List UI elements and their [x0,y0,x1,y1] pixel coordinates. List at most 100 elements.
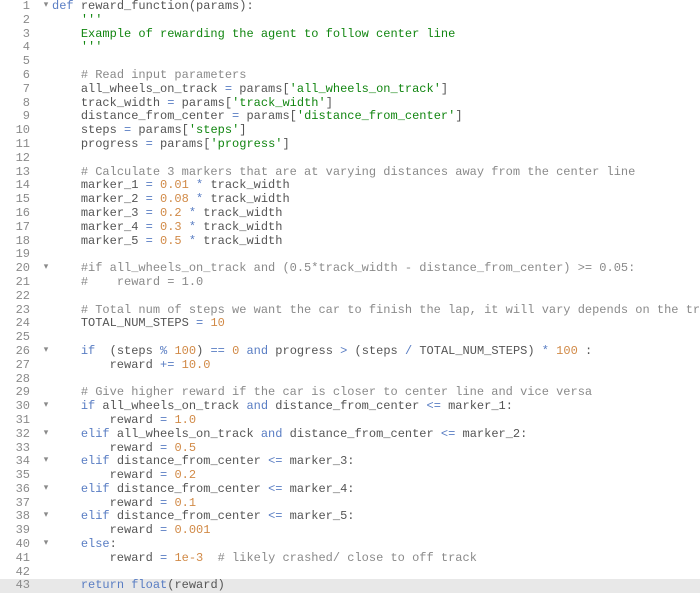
code-line[interactable]: 15 marker_2 = 0.08 * track_width [0,193,700,207]
code-content[interactable]: marker_2 = 0.08 * track_width [52,193,700,207]
token-comment: # reward = 1.0 [81,275,203,289]
code-line[interactable]: 4 ''' [0,41,700,55]
code-content[interactable]: elif all_wheels_on_track and distance_fr… [52,428,700,442]
code-content[interactable]: TOTAL_NUM_STEPS = 10 [52,317,700,331]
code-line[interactable]: 17 marker_4 = 0.3 * track_width [0,221,700,235]
code-content[interactable]: if (steps % 100) == 0 and progress > (st… [52,345,700,359]
code-content[interactable]: if all_wheels_on_track and distance_from… [52,400,700,414]
code-line[interactable]: 5 [0,55,700,69]
code-content[interactable]: ''' [52,41,700,55]
code-content[interactable]: reward = 0.001 [52,524,700,538]
code-content[interactable]: all_wheels_on_track = params['all_wheels… [52,83,700,97]
code-line[interactable]: 12 [0,152,700,166]
code-content[interactable]: reward = 0.1 [52,497,700,511]
code-content[interactable]: marker_5 = 0.5 * track_width [52,235,700,249]
code-line[interactable]: 31 reward = 1.0 [0,414,700,428]
code-line[interactable]: 11 progress = params['progress'] [0,138,700,152]
code-content[interactable]: reward = 0.5 [52,442,700,456]
line-number: 39 [0,524,40,538]
code-line[interactable]: 16 marker_3 = 0.2 * track_width [0,207,700,221]
code-line[interactable]: 8 track_width = params['track_width'] [0,97,700,111]
code-content[interactable]: return float(reward) [52,579,700,593]
fold-icon[interactable]: ▾ [40,0,52,10]
fold-icon[interactable]: ▾ [40,400,52,410]
code-content[interactable]: # Read input parameters [52,69,700,83]
code-line[interactable]: 42 [0,566,700,580]
code-content[interactable]: reward = 1e-3 # likely crashed/ close to… [52,552,700,566]
code-line[interactable]: 22 [0,290,700,304]
code-line[interactable]: 1▾def reward_function(params): [0,0,700,14]
code-content[interactable]: Example of rewarding the agent to follow… [52,28,700,42]
code-content[interactable]: # reward = 1.0 [52,276,700,290]
code-line[interactable]: 23 # Total num of steps we want the car … [0,304,700,318]
code-line[interactable]: 39 reward = 0.001 [0,524,700,538]
fold-icon[interactable]: ▾ [40,345,52,355]
code-content[interactable]: reward = 1.0 [52,414,700,428]
code-content[interactable]: elif distance_from_center <= marker_4: [52,483,700,497]
fold-icon[interactable]: ▾ [40,262,52,272]
token-ident: track_width [81,96,167,110]
fold-icon[interactable]: ▾ [40,428,52,438]
code-content[interactable]: progress = params['progress'] [52,138,700,152]
code-content[interactable]: elif distance_from_center <= marker_3: [52,455,700,469]
code-content[interactable]: track_width = params['track_width'] [52,97,700,111]
code-content[interactable]: # Give higher reward if the car is close… [52,386,700,400]
code-content[interactable]: reward = 0.2 [52,469,700,483]
code-line[interactable]: 26▾ if (steps % 100) == 0 and progress >… [0,345,700,359]
code-line[interactable]: 29 # Give higher reward if the car is cl… [0,386,700,400]
code-line[interactable]: 35 reward = 0.2 [0,469,700,483]
code-content[interactable]: steps = params['steps'] [52,124,700,138]
code-line[interactable]: 33 reward = 0.5 [0,442,700,456]
code-line[interactable]: 36▾ elif distance_from_center <= marker_… [0,483,700,497]
fold-icon[interactable]: ▾ [40,483,52,493]
code-content[interactable]: elif distance_from_center <= marker_5: [52,510,700,524]
code-line[interactable]: 21 # reward = 1.0 [0,276,700,290]
code-line[interactable]: 34▾ elif distance_from_center <= marker_… [0,455,700,469]
code-line[interactable]: 38▾ elif distance_from_center <= marker_… [0,510,700,524]
code-line[interactable]: 9 distance_from_center = params['distanc… [0,110,700,124]
code-line[interactable]: 27 reward += 10.0 [0,359,700,373]
code-line[interactable]: 6 # Read input parameters [0,69,700,83]
code-line[interactable]: 10 steps = params['steps'] [0,124,700,138]
code-editor[interactable]: 1▾def reward_function(params):2 '''3 Exa… [0,0,700,593]
code-line[interactable]: 14 marker_1 = 0.01 * track_width [0,179,700,193]
code-content[interactable]: marker_1 = 0.01 * track_width [52,179,700,193]
code-line[interactable]: 25 [0,331,700,345]
code-content[interactable]: # Total num of steps we want the car to … [52,304,700,318]
token-punct: [ [290,109,297,123]
code-line[interactable]: 3 Example of rewarding the agent to foll… [0,28,700,42]
code-content[interactable]: def reward_function(params): [52,0,700,14]
code-line[interactable]: 37 reward = 0.1 [0,497,700,511]
token-comment: # Calculate 3 markers that are at varyin… [81,165,636,179]
fold-icon[interactable]: ▾ [40,455,52,465]
code-line[interactable]: 30▾ if all_wheels_on_track and distance_… [0,400,700,414]
code-content[interactable]: reward += 10.0 [52,359,700,373]
token-num: 1.0 [174,413,196,427]
code-content[interactable]: else: [52,538,700,552]
token-punct: ( [189,0,196,13]
code-line[interactable]: 19 [0,248,700,262]
fold-icon[interactable]: ▾ [40,510,52,520]
code-line[interactable]: 40▾ else: [0,538,700,552]
code-line[interactable]: 41 reward = 1e-3 # likely crashed/ close… [0,552,700,566]
code-content[interactable]: # Calculate 3 markers that are at varyin… [52,166,700,180]
token-ident: track_width [203,178,289,192]
code-line[interactable]: 7 all_wheels_on_track = params['all_whee… [0,83,700,97]
fold-icon[interactable]: ▾ [40,538,52,548]
code-content[interactable]: ''' [52,14,700,28]
code-content[interactable]: #if all_wheels_on_track and (0.5*track_w… [52,262,700,276]
code-content[interactable]: distance_from_center = params['distance_… [52,110,700,124]
token-punct: : [347,509,354,523]
code-line[interactable]: 18 marker_5 = 0.5 * track_width [0,235,700,249]
token-op: = [146,234,153,248]
code-line[interactable]: 32▾ elif all_wheels_on_track and distanc… [0,428,700,442]
code-line[interactable]: 2 ''' [0,14,700,28]
line-number: 21 [0,276,40,290]
code-line[interactable]: 13 # Calculate 3 markers that are at var… [0,166,700,180]
code-content[interactable]: marker_3 = 0.2 * track_width [52,207,700,221]
code-line[interactable]: 24 TOTAL_NUM_STEPS = 10 [0,317,700,331]
code-line[interactable]: 43 return float(reward) [0,579,700,593]
code-line[interactable]: 28 [0,373,700,387]
code-line[interactable]: 20▾ #if all_wheels_on_track and (0.5*tra… [0,262,700,276]
code-content[interactable]: marker_4 = 0.3 * track_width [52,221,700,235]
